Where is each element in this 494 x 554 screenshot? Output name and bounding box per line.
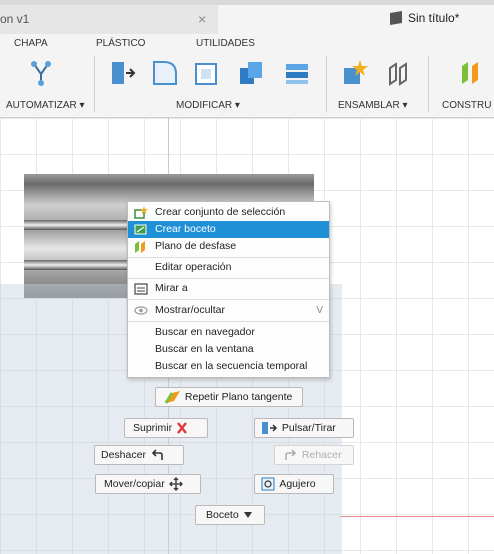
triangle-down-icon bbox=[243, 512, 252, 519]
press-pull-button[interactable]: Pulsar/Tirar bbox=[254, 418, 354, 438]
close-tab-icon[interactable]: × bbox=[198, 5, 206, 34]
ribbon-tab-chapa[interactable]: CHAPA bbox=[14, 38, 48, 49]
menu-separator bbox=[128, 321, 329, 322]
dropdown-arrow-icon: ▾ bbox=[79, 100, 85, 111]
menu-item-show-hide[interactable]: Mostrar/ocultar V bbox=[128, 302, 329, 319]
offset-plane-icon bbox=[135, 241, 145, 253]
toolbar-separator bbox=[94, 56, 95, 112]
group-ensamblar[interactable]: ENSAMBLAR ▾ bbox=[338, 100, 408, 111]
replace-face-icon[interactable] bbox=[282, 58, 312, 88]
groove bbox=[24, 220, 134, 230]
document-tab-active[interactable]: Sin título* bbox=[218, 5, 494, 34]
joint-icon[interactable] bbox=[384, 58, 414, 88]
sketch-icon bbox=[134, 224, 147, 235]
dropdown-arrow-icon: ▾ bbox=[402, 100, 408, 111]
shortcut-key: V bbox=[316, 305, 323, 316]
design-cube-icon bbox=[390, 10, 402, 26]
horizontal-axis-line bbox=[340, 516, 494, 517]
ribbon-tab-utilidades[interactable]: UTILIDADES bbox=[196, 38, 255, 49]
sketch-dropdown-button[interactable]: Boceto bbox=[195, 505, 265, 525]
tab-label: on v1 bbox=[0, 12, 30, 26]
undo-button[interactable]: Deshacer bbox=[94, 445, 184, 465]
hole-button[interactable]: Agujero bbox=[254, 474, 334, 494]
press-pull-icon[interactable] bbox=[108, 58, 138, 88]
group-modificar[interactable]: MODIFICAR ▾ bbox=[176, 100, 240, 111]
press-pull-icon bbox=[262, 422, 278, 435]
document-tab-previous[interactable]: on v1 × bbox=[0, 5, 218, 34]
toolbar-separator bbox=[428, 56, 429, 112]
suppress-button[interactable]: Suprimir bbox=[124, 418, 208, 438]
menu-item-create-sketch[interactable]: Crear boceto bbox=[128, 221, 329, 238]
groove bbox=[24, 260, 134, 270]
context-menu: Crear conjunto de selección Crear boceto… bbox=[127, 201, 330, 378]
menu-item-look-at[interactable]: Mirar a bbox=[128, 280, 329, 297]
menu-item-create-selection-set[interactable]: Crear conjunto de selección bbox=[128, 204, 329, 221]
repeat-tangent-plane-button[interactable]: Repetir Plano tangente bbox=[155, 387, 303, 407]
menu-separator bbox=[128, 278, 329, 279]
toolbar-separator bbox=[326, 56, 327, 112]
offset-plane-icon[interactable] bbox=[456, 58, 486, 88]
dropdown-arrow-icon: ▾ bbox=[234, 100, 240, 111]
redo-button[interactable]: Rehacer bbox=[274, 445, 354, 465]
menu-item-offset-plane[interactable]: Plano de desfase bbox=[128, 238, 329, 255]
combine-icon[interactable] bbox=[236, 58, 266, 88]
menu-separator bbox=[128, 299, 329, 300]
shell-icon[interactable] bbox=[192, 58, 222, 88]
menu-item-edit-feature[interactable]: Editar operación bbox=[128, 259, 329, 276]
hole-icon bbox=[261, 477, 275, 491]
group-automatizar[interactable]: AUTOMATIZAR ▾ bbox=[6, 100, 85, 111]
group-construir[interactable]: CONSTRU bbox=[442, 100, 491, 111]
move-copy-button[interactable]: Mover/copiar bbox=[95, 474, 201, 494]
ribbon-tab-plastico[interactable]: PLÁSTICO bbox=[96, 38, 145, 49]
move-arrows-icon bbox=[168, 477, 183, 492]
menu-item-find-in-browser[interactable]: Buscar en navegador bbox=[128, 324, 329, 341]
tab-label: Sin título* bbox=[408, 11, 460, 25]
eye-icon bbox=[134, 306, 148, 315]
document-tab-bar: on v1 × Sin título* bbox=[0, 0, 494, 34]
redo-icon bbox=[285, 449, 297, 461]
undo-icon bbox=[151, 449, 163, 461]
new-component-icon[interactable] bbox=[340, 58, 370, 88]
selection-set-icon bbox=[134, 206, 148, 219]
menu-item-find-in-window[interactable]: Buscar en la ventana bbox=[128, 341, 329, 358]
delete-x-icon bbox=[177, 422, 187, 434]
tangent-plane-icon bbox=[164, 391, 180, 404]
menu-item-find-in-timeline[interactable]: Buscar en la secuencia temporal bbox=[128, 358, 329, 375]
menu-separator bbox=[128, 257, 329, 258]
fillet-icon[interactable] bbox=[150, 58, 180, 88]
automate-icon[interactable] bbox=[26, 58, 56, 88]
look-at-icon bbox=[134, 283, 148, 295]
ribbon-toolbar: CHAPA PLÁSTICO UTILIDADES AUTOMATIZAR ▾ … bbox=[0, 34, 494, 118]
